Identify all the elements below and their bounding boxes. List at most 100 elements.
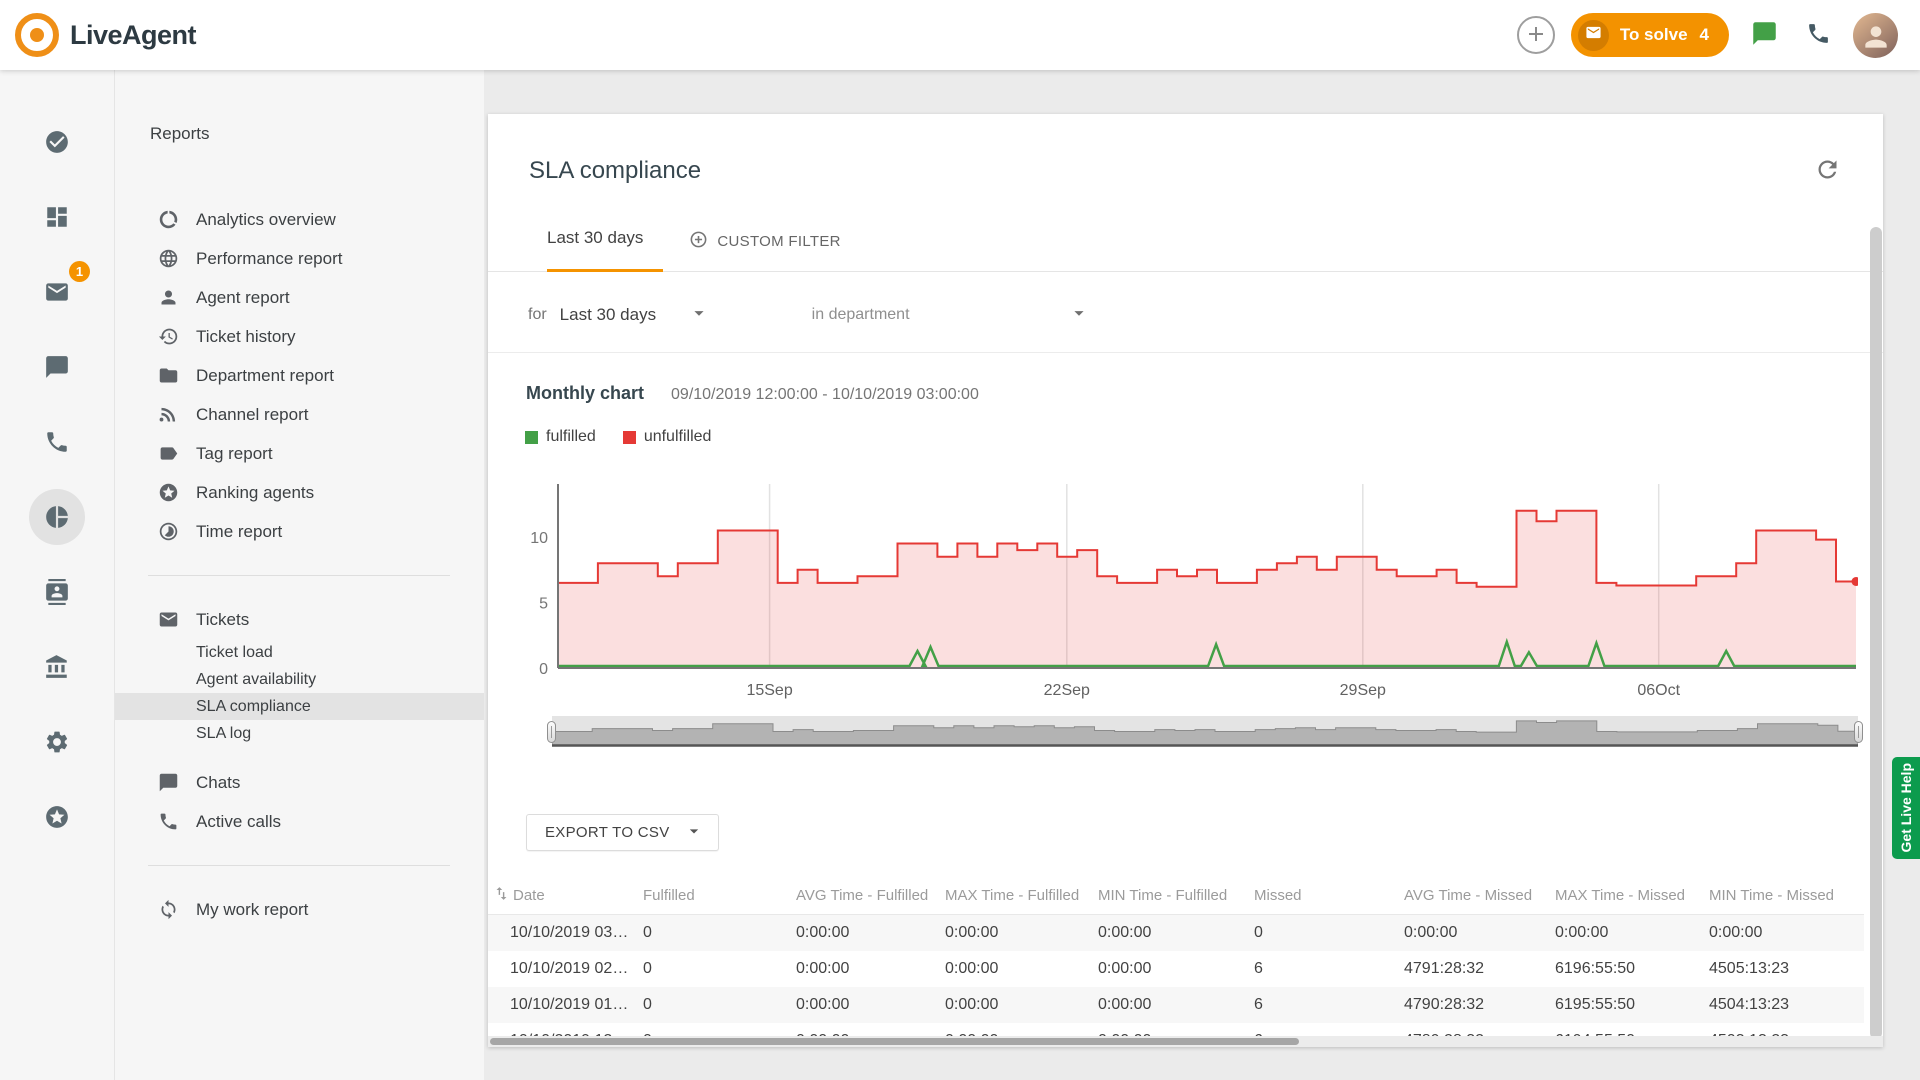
rail-item-contacts[interactable] [29,564,85,620]
chart-date-range: 09/10/2019 12:00:00 - 10/10/2019 03:00:0… [671,386,979,404]
to-solve-count: 4 [1700,25,1709,45]
export-csv-button[interactable]: EXPORT TO CSV [526,814,719,851]
main-content: SLA compliance Last 30 days CUSTOM FILTE… [484,70,1920,1080]
cell-avg-time-fulfilled: 0:00:00 [796,987,945,1023]
chevron-down-icon [1068,302,1090,329]
phone-icon [1806,21,1831,49]
sidebar-item-analytics-overview[interactable]: Analytics overview [115,200,484,239]
horizontal-scrollbar[interactable] [488,1036,1883,1047]
column-header-missed[interactable]: Missed [1254,877,1404,915]
rail-item-reports[interactable] [29,489,85,545]
table-row[interactable]: 10/10/2019 02…00:00:000:00:000:00:006479… [488,951,1864,987]
sidebar-item-agent-report[interactable]: Agent report [115,278,484,317]
legend-label: fulfilled [546,428,596,446]
column-header-min-time-fulfilled[interactable]: MIN Time - Fulfilled [1098,877,1254,915]
cell-avg-time-fulfilled: 0:00:00 [796,951,945,987]
sla-area-chart: 15Sep22Sep29Sep06Oct0510 [518,484,1858,706]
svg-text:06Oct: 06Oct [1637,682,1680,699]
sidebar-item-label: Chats [196,773,240,793]
caret-down-icon [684,821,704,841]
spacer [115,747,484,763]
chats-button[interactable] [1745,14,1784,56]
tab-label: CUSTOM FILTER [717,233,840,250]
rail-item-company[interactable] [29,639,85,695]
date-range-select[interactable]: Last 30 days [560,302,710,329]
cell-max-time-missed: 6196:55:50 [1555,951,1709,987]
calls-button[interactable] [1800,15,1837,55]
sidebar-item-ranking-agents[interactable]: Ranking agents [115,473,484,512]
rail-item-dashboard[interactable] [29,189,85,245]
rail-item-calls[interactable] [29,414,85,470]
topbar-actions: To solve 4 [1517,13,1898,58]
rail-item-to-do[interactable] [29,114,85,170]
column-header-max-time-fulfilled[interactable]: MAX Time - Fulfilled [945,877,1098,915]
sidebar-item-department-report[interactable]: Department report [115,356,484,395]
column-header-fulfilled[interactable]: Fulfilled [643,877,796,915]
cell-max-time-missed: 0:00:00 [1555,915,1709,952]
chat-icon [1751,20,1778,47]
sidebar-item-active-calls[interactable]: Active calls [115,802,484,841]
rail-item-configuration[interactable] [29,714,85,770]
department-placeholder: in department [812,306,910,324]
sidebar-item-label: Ticket history [196,327,296,347]
sidebar-item-ticket-history[interactable]: Ticket history [115,317,484,356]
tab-custom-filter[interactable]: CUSTOM FILTER [689,220,840,271]
scrubber-handle-left[interactable] [547,721,556,743]
sidebar-item-label: Analytics overview [196,210,336,230]
plus-icon [1524,22,1548,46]
refresh-button[interactable] [1810,152,1845,190]
star-circle-icon [44,804,70,830]
phone-icon [44,429,70,455]
svg-text:15Sep: 15Sep [746,682,792,699]
chart-header: Monthly chart 09/10/2019 12:00:00 - 10/1… [526,383,1883,404]
legend-item-fulfilled: fulfilled [525,428,596,446]
chat-icon [158,772,179,793]
vertical-scrollbar[interactable] [1870,227,1882,1039]
sidebar-item-tag-report[interactable]: Tag report [115,434,484,473]
get-live-help-tab[interactable]: Get Live Help [1892,757,1920,859]
sidebar-item-sla-compliance[interactable]: SLA compliance [115,693,484,720]
cell-fulfilled: 0 [643,951,796,987]
column-header-max-time-missed[interactable]: MAX Time - Missed [1555,877,1709,915]
scrubber-handle-right[interactable] [1854,721,1863,743]
sidebar-item-agent-availability[interactable]: Agent availability [115,666,484,693]
sidebar-item-time-report[interactable]: Time report [115,512,484,551]
sidebar-item-channel-report[interactable]: Channel report [115,395,484,434]
scrollbar-thumb[interactable] [490,1038,1299,1045]
rail-item-tickets[interactable]: 1 [29,264,85,320]
tag-icon [158,443,179,464]
tab-last-30-days[interactable]: Last 30 days [547,220,643,271]
add-button[interactable] [1517,16,1555,54]
sidebar-item-label: Active calls [196,812,281,832]
to-solve-button[interactable]: To solve 4 [1571,13,1729,57]
sort-icon[interactable] [493,885,510,906]
sidebar-item-tickets[interactable]: Tickets [115,600,484,639]
sidebar-item-performance-report[interactable]: Performance report [115,239,484,278]
department-select[interactable]: in department [812,302,1090,329]
chart-scrubber[interactable] [552,714,1858,750]
sidebar-item-ticket-load[interactable]: Ticket load [115,639,484,666]
sidebar-item-sla-log[interactable]: SLA log [115,720,484,747]
column-header-avg-time-fulfilled[interactable]: AVG Time - Fulfilled [796,877,945,915]
sidebar-item-chats[interactable]: Chats [115,763,484,802]
rail-item-chats[interactable] [29,339,85,395]
chevron-down-icon [684,821,704,845]
get-live-help-label: Get Live Help [1898,763,1914,852]
cell-avg-time-missed: 4791:28:32 [1404,951,1555,987]
liveagent-brand[interactable]: LiveAgent [14,12,196,58]
column-header-date[interactable]: Date [488,877,643,915]
svg-text:29Sep: 29Sep [1340,682,1386,699]
email-icon [158,609,179,630]
table-row[interactable]: 10/10/2019 03…00:00:000:00:000:00:0000:0… [488,915,1864,952]
caret-down-icon [688,302,710,324]
user-avatar[interactable] [1853,13,1898,58]
sidebar-item-my-work-report[interactable]: My work report [115,890,484,929]
column-header-avg-time-missed[interactable]: AVG Time - Missed [1404,877,1555,915]
folder-icon [158,365,179,386]
column-header-min-time-missed[interactable]: MIN Time - Missed [1709,877,1864,915]
chat-icon [1751,20,1778,50]
cell-avg-time-missed: 0:00:00 [1404,915,1555,952]
sidebar-item-label: Ranking agents [196,483,314,503]
table-row[interactable]: 10/10/2019 01…00:00:000:00:000:00:006479… [488,987,1864,1023]
rail-item-apps[interactable] [29,789,85,845]
